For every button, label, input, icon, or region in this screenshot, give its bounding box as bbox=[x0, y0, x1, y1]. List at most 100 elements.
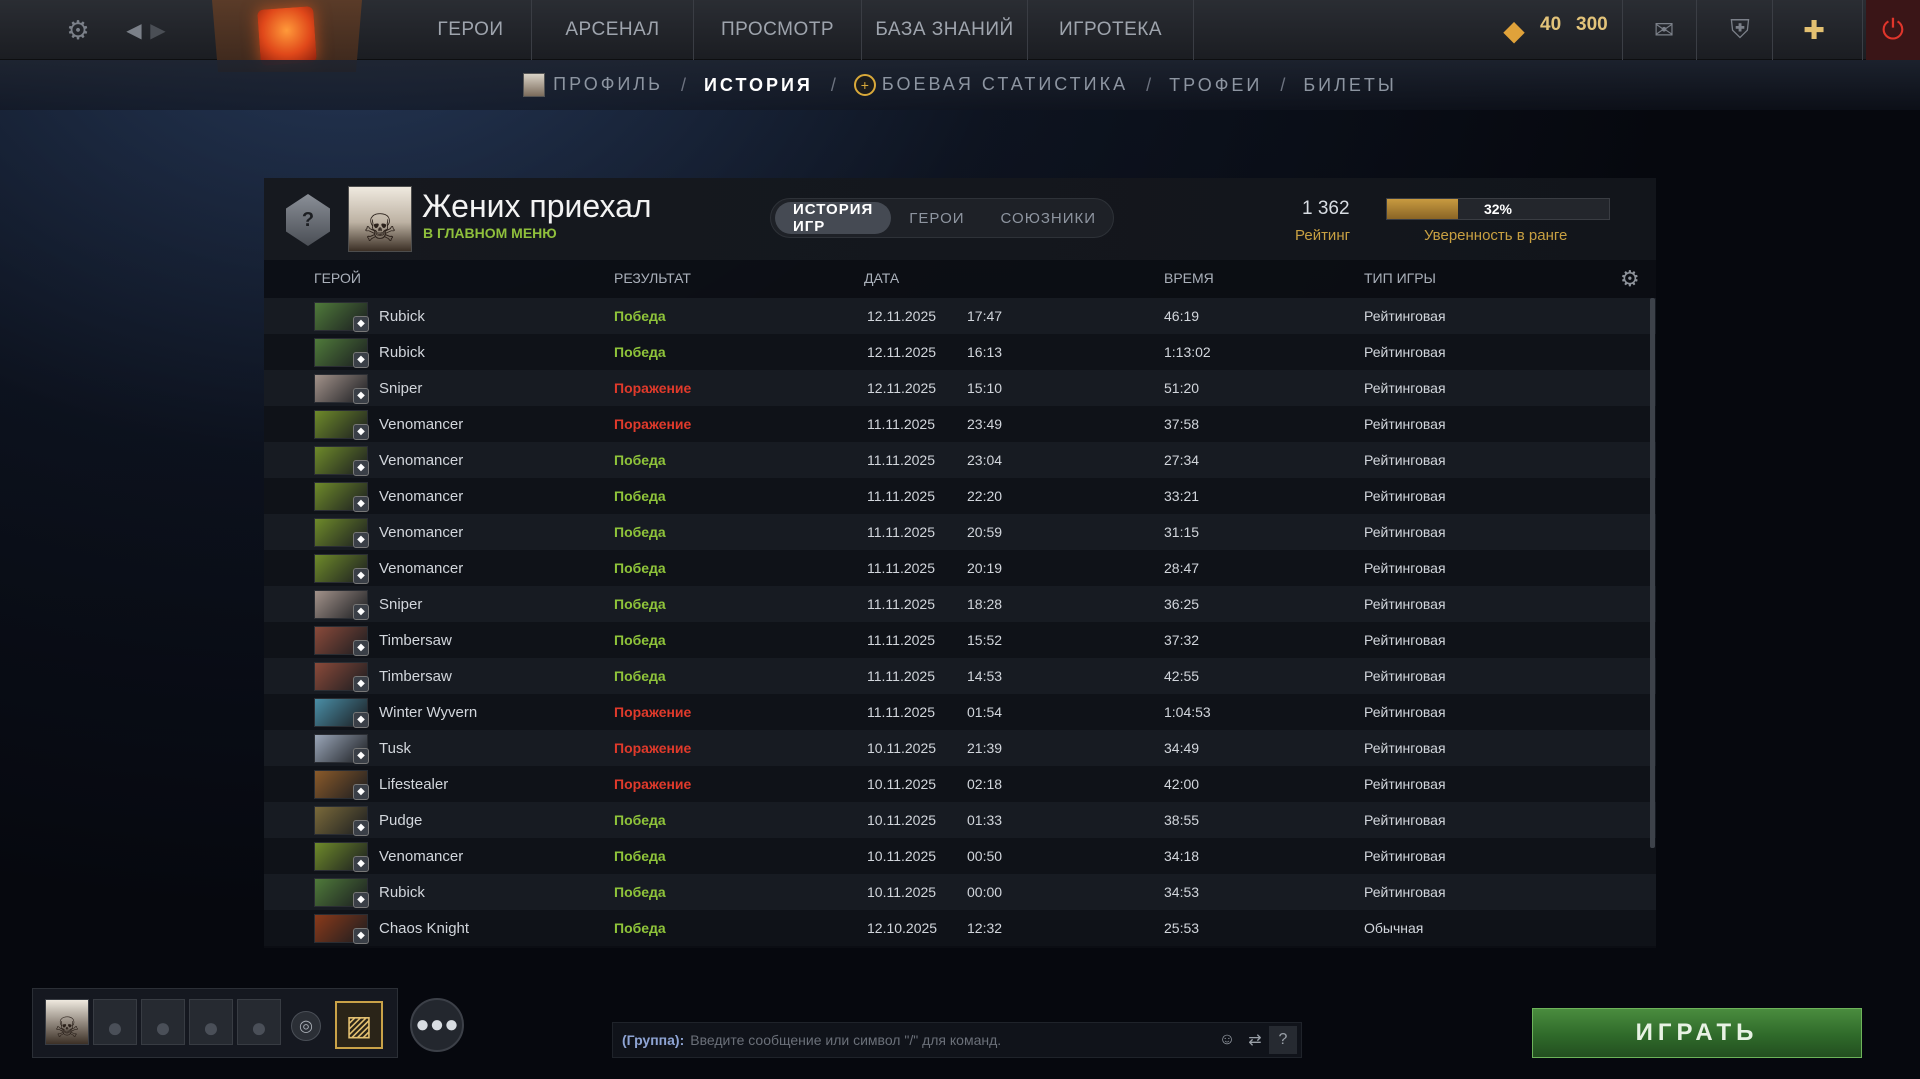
dota-plus-icon[interactable]: ✚ bbox=[1796, 12, 1832, 48]
subnav-trophies[interactable]: ТРОФЕИ bbox=[1169, 75, 1262, 96]
match-date: 12.11.2025 bbox=[867, 308, 937, 324]
player-name: Жених приехал bbox=[422, 188, 652, 224]
table-row[interactable]: ◆ Tusk Поражение 10.11.2025 21:39 34:49 Рейтин… bbox=[264, 730, 1656, 766]
voice-chat-icon[interactable]: ◎ bbox=[291, 1011, 321, 1041]
match-date: 11.11.2025 bbox=[867, 416, 935, 432]
match-start-time: 22:20 bbox=[967, 488, 1003, 504]
top-bar: ⚙ ◀ ▶ ГЕРОИ АРСЕНАЛ ПРОСМОТР БАЗА ЗНАНИЙ… bbox=[0, 0, 1920, 72]
match-start-time: 20:19 bbox=[967, 560, 1003, 576]
party-slot-empty[interactable]: ● bbox=[189, 999, 233, 1045]
role-badge-icon: ◆ bbox=[353, 352, 369, 368]
hero-name: Tusk bbox=[379, 740, 411, 757]
chat-wheel-icon[interactable]: ⇄ bbox=[1241, 1026, 1269, 1054]
table-row[interactable]: ◆ Venomancer Поражение 11.11.2025 23:49 37:58… bbox=[264, 406, 1656, 442]
table-row[interactable]: ◆ Pudge Победа 10.11.2025 01:33 38:55 Рейтинго… bbox=[264, 802, 1656, 838]
subnav-history[interactable]: ИСТОРИЯ bbox=[704, 75, 813, 96]
chat-bar: (Группа): Введите сообщение или символ "… bbox=[612, 1022, 1302, 1058]
nav-watch[interactable]: ПРОСМОТР bbox=[694, 0, 862, 60]
match-start-time: 23:49 bbox=[967, 416, 1003, 432]
col-time[interactable]: ВРЕМЯ bbox=[1164, 270, 1214, 286]
table-row[interactable]: ◆ Venomancer Победа 11.11.2025 22:20 33:21 Рей… bbox=[264, 478, 1656, 514]
avatar[interactable]: ☠ bbox=[348, 186, 412, 252]
match-game-type: Рейтинговая bbox=[1364, 452, 1446, 468]
table-row[interactable]: ◆ Chaos Knight Победа 12.10.2025 12:32 25:53 О… bbox=[264, 910, 1656, 946]
match-game-type: Рейтинговая bbox=[1364, 416, 1446, 432]
subnav-tickets[interactable]: БИЛЕТЫ bbox=[1303, 75, 1397, 96]
party-slot-empty[interactable]: ● bbox=[237, 999, 281, 1045]
role-badge-icon: ◆ bbox=[353, 388, 369, 404]
armory-icon[interactable]: ⛨ bbox=[1722, 12, 1758, 48]
chat-input[interactable]: Введите сообщение или символ "/" для ком… bbox=[690, 1032, 1213, 1048]
match-start-time: 00:50 bbox=[967, 848, 1003, 864]
rank-medal-icon[interactable]: ? bbox=[286, 194, 330, 246]
match-duration: 25:53 bbox=[1164, 920, 1200, 936]
party-slot-self-avatar[interactable]: ☠ bbox=[45, 999, 89, 1045]
gold-count: 300 bbox=[1576, 14, 1608, 35]
hero-portrait: ◆ bbox=[314, 302, 369, 332]
friends-icon[interactable]: ●●● bbox=[410, 998, 464, 1052]
party-slot-empty[interactable]: ● bbox=[141, 999, 185, 1045]
table-row[interactable]: ◆ Winter Wyvern Поражение 11.11.2025 01:54 1:… bbox=[264, 694, 1656, 730]
table-row[interactable]: ◆ Venomancer Победа 10.11.2025 00:50 34:18 Рей… bbox=[264, 838, 1656, 874]
tab-allies[interactable]: СОЮЗНИКИ bbox=[983, 202, 1115, 234]
forward-arrow-icon[interactable]: ▶ bbox=[140, 12, 176, 48]
table-row[interactable]: ◆ Lifestealer Поражение 10.11.2025 02:18 42:0… bbox=[264, 766, 1656, 802]
play-button[interactable]: ИГРАТЬ bbox=[1532, 1008, 1862, 1058]
table-settings-gear-icon[interactable]: ⚙ bbox=[1620, 266, 1640, 292]
match-date: 11.11.2025 bbox=[867, 488, 935, 504]
tab-match-history[interactable]: ИСТОРИЯ ИГР bbox=[775, 201, 892, 235]
profile-subnav: ПРОФИЛЬ / ИСТОРИЯ / + БОЕВАЯ СТАТИСТИКА /… bbox=[0, 60, 1920, 110]
table-row[interactable]: ◆ Rubick Победа 12.11.2025 16:13 1:13:02 Рейти… bbox=[264, 334, 1656, 370]
hero-name: Venomancer bbox=[379, 416, 464, 433]
match-result: Победа bbox=[614, 344, 666, 360]
match-duration: 38:55 bbox=[1164, 812, 1200, 828]
match-game-type: Рейтинговая bbox=[1364, 632, 1446, 648]
match-game-type: Рейтинговая bbox=[1364, 596, 1446, 612]
subnav-separator: / bbox=[1280, 74, 1286, 95]
table-row[interactable]: ◆ Rubick Победа 10.11.2025 00:00 34:53 Рейтинг… bbox=[264, 874, 1656, 910]
col-game-type[interactable]: ТИП ИГРЫ bbox=[1364, 270, 1436, 286]
chat-channel-label[interactable]: (Группа): bbox=[622, 1032, 684, 1048]
rating-label: Рейтинг bbox=[1295, 227, 1351, 244]
table-row[interactable]: ◆ Venomancer Победа 11.11.2025 20:19 28:47 Рей… bbox=[264, 550, 1656, 586]
match-date: 11.11.2025 bbox=[867, 524, 935, 540]
hero-name: Sniper bbox=[379, 596, 423, 613]
table-row[interactable]: ◆ Venomancer Победа 11.11.2025 23:04 27:34 Рей… bbox=[264, 442, 1656, 478]
match-duration: 37:58 bbox=[1164, 416, 1200, 432]
col-result[interactable]: РЕЗУЛЬТАТ bbox=[614, 270, 691, 286]
subnav-profile[interactable]: ПРОФИЛЬ bbox=[523, 73, 663, 97]
chat-help-icon[interactable]: ? bbox=[1269, 1026, 1297, 1054]
table-row[interactable]: ◆ Sniper Победа 11.11.2025 18:28 36:25 Рейтинг… bbox=[264, 586, 1656, 622]
power-icon[interactable]: ⏻ bbox=[1866, 0, 1920, 60]
role-badge-icon: ◆ bbox=[353, 604, 369, 620]
table-row[interactable]: ◆ Timbersaw Победа 11.11.2025 15:52 37:32 Рейт… bbox=[264, 622, 1656, 658]
col-hero[interactable]: ГЕРОЙ bbox=[314, 270, 361, 286]
subnav-separator: / bbox=[1146, 74, 1152, 95]
hero-portrait: ◆ bbox=[314, 446, 369, 476]
mail-icon[interactable]: ✉ bbox=[1646, 12, 1682, 48]
subnav-battle-stats[interactable]: + БОЕВАЯ СТАТИСТИКА bbox=[853, 73, 1129, 97]
role-badge-icon: ◆ bbox=[353, 712, 369, 728]
nav-arcade[interactable]: ИГРОТЕКА bbox=[1028, 0, 1194, 60]
gear-icon[interactable]: ⚙ bbox=[60, 12, 96, 48]
match-result: Победа bbox=[614, 884, 666, 900]
table-row[interactable]: ◆ Timbersaw Победа 11.11.2025 14:53 42:55 Рейт… bbox=[264, 658, 1656, 694]
nav-arsenal[interactable]: АРСЕНАЛ bbox=[532, 0, 694, 60]
hero-name: Venomancer bbox=[379, 848, 464, 865]
match-list-scrollbar[interactable] bbox=[1650, 298, 1655, 848]
rank-confidence-percent: 32% bbox=[1483, 201, 1513, 217]
emoticon-icon[interactable]: ☺ bbox=[1213, 1026, 1241, 1054]
party-slot-empty[interactable]: ● bbox=[93, 999, 137, 1045]
table-row[interactable]: ◆ Rubick Победа 12.11.2025 17:47 46:19 Рейтинг… bbox=[264, 298, 1656, 334]
subnav-battle-stats-label: БОЕВАЯ СТАТИСТИКА bbox=[881, 73, 1129, 94]
dota-plus-party-icon[interactable]: ▨ bbox=[335, 1001, 383, 1049]
nav-knowledge-base[interactable]: БАЗА ЗНАНИЙ bbox=[862, 0, 1028, 60]
nav-heroes[interactable]: ГЕРОИ bbox=[410, 0, 532, 60]
col-date[interactable]: ДАТА bbox=[864, 270, 899, 286]
match-game-type: Рейтинговая bbox=[1364, 380, 1446, 396]
tab-heroes[interactable]: ГЕРОИ bbox=[891, 202, 982, 234]
table-row[interactable]: ◆ Venomancer Победа 11.11.2025 20:59 31:15 Рей… bbox=[264, 514, 1656, 550]
table-row[interactable]: ◆ Sniper Поражение 12.11.2025 15:10 51:20 Рейт… bbox=[264, 370, 1656, 406]
match-start-time: 02:18 bbox=[967, 776, 1003, 792]
match-result: Победа bbox=[614, 452, 666, 468]
